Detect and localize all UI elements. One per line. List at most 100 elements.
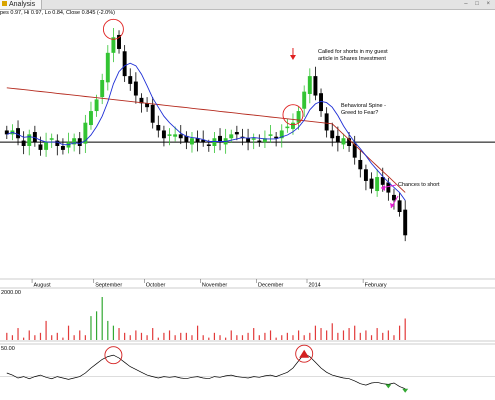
candle-body — [77, 138, 82, 146]
volume-bar — [269, 330, 272, 340]
annotation-text: Behavioral Spine - — [341, 103, 386, 109]
oscillator-axis-label: 50.00 — [1, 346, 15, 352]
volume-bar — [90, 316, 92, 340]
volume-bar — [51, 335, 53, 340]
candle-body — [302, 91, 307, 109]
candle-body — [21, 140, 26, 146]
volume-bar — [292, 335, 294, 340]
volume-bar — [95, 311, 98, 340]
volume-bar — [309, 332, 311, 340]
volume-bar — [314, 325, 317, 340]
candle-body — [268, 134, 273, 136]
annotation-text: Greed to Fear? — [341, 110, 378, 116]
volume-bar — [202, 335, 204, 340]
volume-bar — [281, 335, 283, 340]
volume-bar — [303, 335, 305, 340]
volume-bar — [23, 337, 25, 340]
volume-bar — [297, 330, 300, 340]
volume-bar — [152, 328, 154, 340]
candle-body — [27, 134, 32, 146]
candle-body — [128, 76, 133, 84]
candle-body — [257, 140, 262, 143]
volume-bar — [337, 332, 339, 340]
volume-bar — [286, 332, 288, 340]
oscillator-oversold-marker — [402, 388, 409, 393]
volume-bar — [129, 335, 131, 340]
volume-bar — [140, 332, 143, 340]
annotation-text: Called for shorts in my guest — [318, 49, 388, 55]
volume-bar — [62, 337, 64, 340]
candle-body — [38, 144, 43, 150]
candle-body — [403, 209, 408, 236]
volume-bar — [398, 325, 401, 340]
candle-body — [89, 111, 93, 126]
volume-bar — [146, 335, 148, 340]
volume-bar — [404, 318, 406, 340]
month-label: August — [34, 283, 52, 289]
candle-body — [122, 51, 127, 77]
candle-body — [363, 169, 368, 181]
candle-body — [156, 125, 161, 131]
volume-bar — [230, 330, 232, 340]
volume-bar — [17, 328, 19, 340]
volume-bar — [107, 320, 109, 340]
month-label: October — [146, 283, 166, 289]
volume-bar — [370, 335, 373, 340]
oscillator-oversold-marker — [385, 384, 392, 389]
volume-bar — [191, 335, 193, 340]
candle-body — [341, 138, 346, 145]
candle-body — [55, 140, 60, 146]
volume-bar — [56, 332, 58, 340]
annotation-text: Chances to short — [398, 182, 440, 188]
candle-body — [251, 138, 256, 140]
volume-bar — [135, 330, 137, 340]
month-label: December — [258, 283, 284, 289]
volume-bar — [247, 332, 249, 340]
candle-body — [16, 128, 20, 139]
month-label: 2014 — [309, 283, 321, 289]
volume-bar — [354, 325, 356, 340]
candle-body — [296, 111, 301, 123]
volume-bar — [376, 328, 378, 340]
candle-body — [291, 122, 295, 129]
candle-body — [234, 132, 239, 135]
volume-bar — [124, 332, 126, 340]
candle-body — [190, 138, 194, 145]
volume-bar — [79, 330, 81, 340]
short-moving-average — [6, 62, 406, 201]
candle-body — [49, 138, 54, 140]
candle-body — [212, 138, 217, 146]
volume-bar — [157, 337, 159, 340]
volume-bar — [101, 297, 103, 340]
candle-body — [167, 134, 172, 136]
volume-bar — [45, 320, 47, 340]
month-label: November — [202, 283, 228, 289]
volume-bar — [185, 332, 187, 340]
volume-bar — [275, 337, 277, 340]
candle-body — [229, 134, 234, 139]
volume-bar — [168, 330, 171, 340]
candle-body — [397, 200, 402, 212]
candle-body — [206, 144, 211, 146]
volume-bar — [219, 335, 221, 340]
candle-body — [246, 138, 251, 143]
volume-bar — [348, 328, 350, 340]
candle-body — [150, 104, 155, 123]
volume-bar — [180, 332, 182, 340]
candle-body — [392, 194, 396, 201]
volume-bar — [359, 332, 361, 340]
candle-body — [133, 81, 138, 96]
volume-bar — [326, 330, 328, 340]
candle-body — [375, 177, 380, 192]
volume-bar — [393, 335, 395, 340]
volume-bar — [34, 335, 36, 340]
volume-bar — [258, 335, 260, 340]
candle-body — [330, 130, 335, 139]
volume-bar — [331, 323, 333, 340]
volume-bar — [112, 325, 115, 340]
candle-body — [285, 126, 290, 129]
volume-bar — [196, 325, 199, 340]
volume-bar — [73, 335, 75, 340]
oscillator-line — [6, 353, 406, 390]
volume-bar — [365, 330, 367, 340]
